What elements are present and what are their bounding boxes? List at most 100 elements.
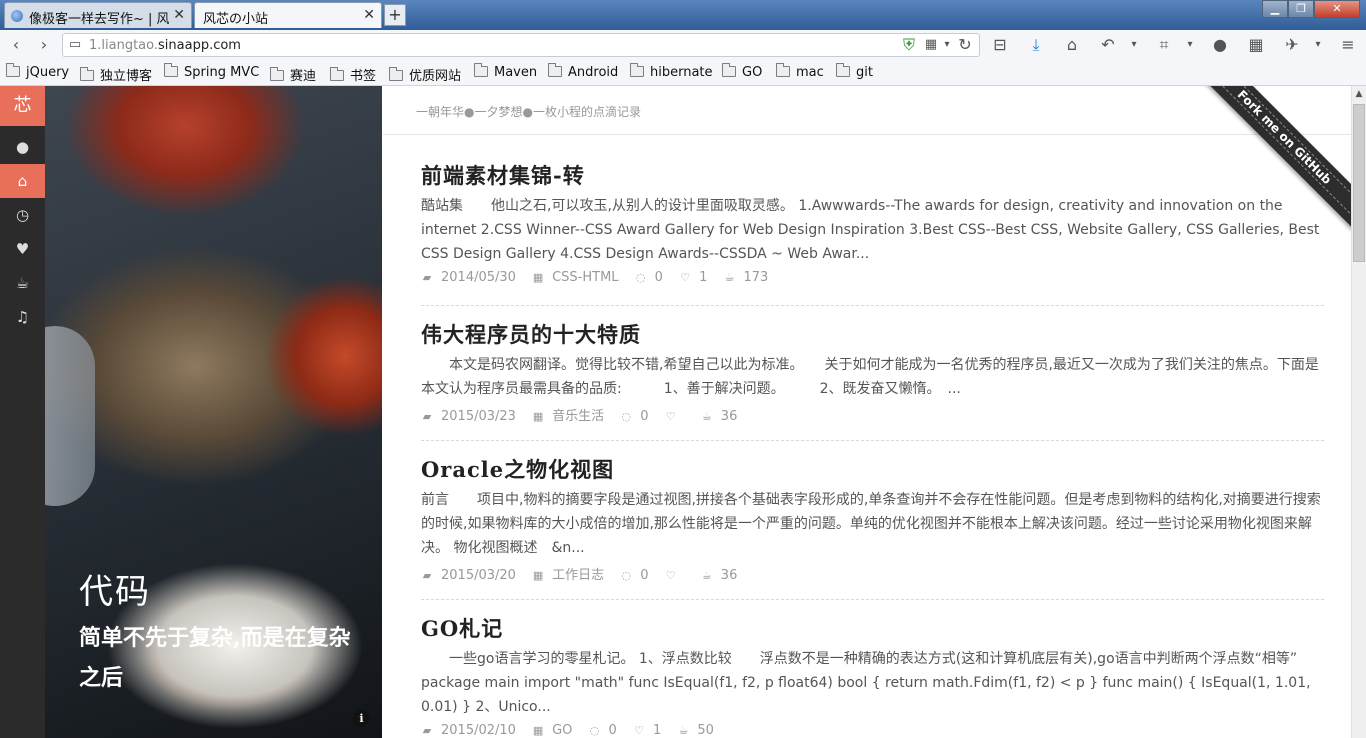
url-text[interactable]: 1.liangtao.sinaapp.com (89, 38, 241, 53)
post-title[interactable]: 前端素材集锦-转 (421, 160, 1324, 190)
undo-icon[interactable]: ↶ (1098, 35, 1118, 55)
post-item: 伟大程序员的十大特质 本文是码农网翻译。觉得比较不错,希望自己以此为标准。 关于… (421, 319, 1324, 441)
site-favicon-icon (11, 10, 23, 22)
book-icon: ▰ (422, 569, 432, 582)
coffee-icon: ☕ (724, 271, 735, 284)
bookmarks-bar: jQuery 独立博客 Spring MVC 赛迪 书签 优质网站 Maven … (0, 60, 1366, 86)
hero-decoration (45, 326, 95, 506)
chevron-down-icon[interactable]: ▾ (1124, 35, 1144, 55)
heart-icon[interactable]: ♡ (633, 724, 645, 737)
bookmark-folder[interactable]: Spring MVC (164, 63, 259, 80)
folder-icon (270, 67, 284, 81)
bookmark-folder[interactable]: Android (548, 63, 619, 80)
folder-icon (722, 63, 736, 77)
bookmark-folder[interactable]: hibernate (630, 63, 713, 80)
bookmark-folder[interactable]: GO (722, 63, 762, 80)
bookmark-label: git (856, 65, 873, 80)
close-icon[interactable]: ✕ (363, 7, 375, 23)
post-comments[interactable]: 0 (640, 568, 648, 583)
post-comments[interactable]: 0 (640, 409, 648, 424)
tab-active[interactable]: 风芯の小站 ✕ (194, 2, 382, 28)
close-icon[interactable]: ✕ (173, 7, 185, 23)
close-window-button[interactable]: ✕ (1314, 0, 1360, 18)
bookmark-folder[interactable]: 书签 (330, 65, 376, 84)
shield-icon[interactable]: ⛨ (899, 35, 919, 55)
account-icon[interactable]: ● (1210, 35, 1230, 55)
chevron-down-icon[interactable]: ▾ (1180, 35, 1200, 55)
maximize-button[interactable]: ❐ (1288, 0, 1314, 18)
bookmark-label: Android (568, 65, 619, 80)
menu-icon[interactable]: ≡ (1338, 35, 1358, 55)
coffee-icon: ☕ (678, 724, 689, 737)
scrollbar-thumb[interactable] (1353, 104, 1365, 262)
chevron-down-icon[interactable]: ▾ (937, 35, 957, 55)
user-icon[interactable]: ● (0, 130, 45, 164)
comment-icon: ◌ (621, 569, 632, 582)
home-icon[interactable]: ⌂ (0, 164, 45, 198)
post-category[interactable]: GO (552, 723, 572, 738)
post-comments[interactable]: 0 (655, 270, 663, 285)
bookmark-folder[interactable]: jQuery (6, 63, 70, 80)
bookmark-label: 书签 (350, 69, 377, 84)
heart-icon[interactable]: ♡ (665, 410, 677, 423)
bookmark-folder[interactable]: mac (776, 63, 824, 80)
comment-icon: ◌ (589, 724, 600, 737)
home-icon[interactable]: ⌂ (1062, 35, 1082, 55)
bookmark-label: jQuery (26, 65, 70, 80)
category-icon: ▦ (532, 724, 544, 737)
coffee-icon[interactable]: ☕ (0, 266, 45, 300)
page-icon: ▭ (68, 37, 82, 52)
page-scrollbar[interactable]: ▲ (1351, 86, 1366, 738)
post-meta: ▰ 2015/03/23 ▦ 音乐生活 ◌ 0 ♡ ☕ 36 (421, 405, 738, 424)
bookmark-label: mac (796, 65, 824, 80)
heart-icon[interactable]: ♡ (679, 271, 691, 284)
music-icon[interactable]: ♫ (0, 300, 45, 334)
qr-code-icon[interactable]: ▦ (1246, 35, 1266, 55)
clock-icon[interactable]: ◷ (0, 198, 45, 232)
reader-icon[interactable]: ⊟ (990, 35, 1010, 55)
tab-inactive[interactable]: 像极客一样去写作~ | 风... ✕ (4, 2, 192, 28)
back-icon[interactable]: ‹ (6, 35, 26, 55)
chevron-down-icon[interactable]: ▾ (1308, 35, 1328, 55)
forward-icon[interactable]: › (34, 35, 54, 55)
url-prefix: 1.liangtao. (89, 38, 159, 53)
post-views: 173 (743, 270, 769, 285)
new-tab-button[interactable]: + (384, 4, 406, 26)
post-views: 36 (720, 568, 738, 583)
post-title[interactable]: Oracle之物化视图 (421, 454, 1324, 484)
folder-icon (474, 63, 488, 77)
bookmark-folder[interactable]: Maven (474, 63, 538, 80)
folder-icon (548, 63, 562, 77)
post-meta: ▰ 2014/05/30 ▦ CSS-HTML ◌ 0 ♡ 1 ☕ 173 (421, 270, 769, 285)
post-views: 36 (720, 409, 738, 424)
extension-icon[interactable]: ✈ (1282, 35, 1302, 55)
post-title[interactable]: 伟大程序员的十大特质 (421, 319, 1324, 349)
hero-subtitle: 简单不先于复杂,而是在复杂之后 (79, 625, 351, 691)
bookmark-label: Maven (494, 65, 538, 80)
post-title[interactable]: GO札记 (421, 613, 1324, 643)
bookmark-folder[interactable]: 优质网站 (389, 65, 461, 84)
post-item: 前端素材集锦-转 酷站集 他山之石,可以攻玉,从别人的设计里面吸取灵感。 1.A… (421, 160, 1324, 306)
scroll-up-icon[interactable]: ▲ (1352, 86, 1366, 102)
heart-icon[interactable]: ♥ (0, 232, 45, 266)
folder-icon (776, 63, 790, 77)
post-comments[interactable]: 0 (609, 723, 617, 738)
post-category[interactable]: CSS-HTML (552, 270, 618, 285)
bookmark-folder[interactable]: git (836, 63, 873, 80)
reload-icon[interactable]: ↻ (955, 35, 975, 55)
divider (421, 440, 1324, 441)
post-category[interactable]: 工作日志 (552, 568, 604, 583)
crop-icon[interactable]: ⌗ (1154, 35, 1174, 55)
bookmark-folder[interactable]: 独立博客 (80, 65, 152, 84)
post-category[interactable]: 音乐生活 (552, 409, 604, 424)
site-logo[interactable]: 芯 (0, 86, 45, 126)
address-bar[interactable]: ▭ 1.liangtao.sinaapp.com ⛨ ▦ ▾ ↻ (62, 33, 980, 57)
comment-icon: ◌ (635, 271, 646, 284)
comment-icon: ◌ (621, 410, 632, 423)
info-icon[interactable]: i (353, 710, 370, 727)
minimize-button[interactable]: ▁ (1262, 0, 1288, 18)
bookmark-folder[interactable]: 赛迪 (270, 65, 316, 84)
download-icon[interactable]: ⤓ (1026, 35, 1046, 55)
post-date: 2015/03/20 (441, 568, 516, 583)
heart-icon[interactable]: ♡ (665, 569, 677, 582)
